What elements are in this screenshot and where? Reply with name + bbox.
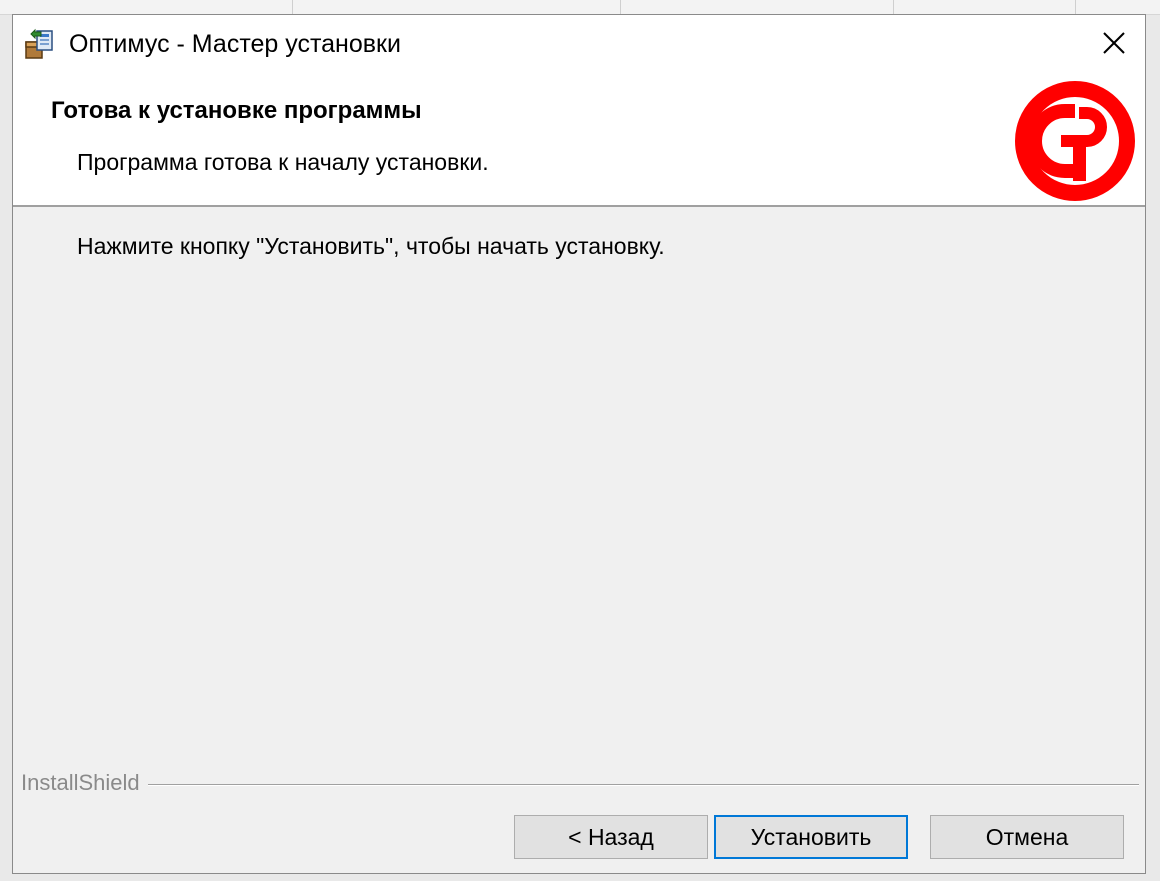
installshield-brand: InstallShield: [21, 770, 148, 796]
step-subtitle: Программа готова к началу установки.: [77, 149, 489, 175]
close-x-icon: [1101, 30, 1127, 61]
installer-dialog: Оптимус - Мастер установки Готова к уста…: [12, 14, 1146, 874]
background-window-strip: [0, 0, 1160, 15]
step-title: Готова к установке программы: [51, 97, 422, 124]
title-bar[interactable]: Оптимус - Мастер установки: [13, 15, 1145, 75]
separator-line: [21, 784, 1139, 786]
back-button[interactable]: < Назад: [514, 815, 708, 859]
install-button[interactable]: Установить: [714, 815, 908, 859]
instruction-text: Нажмите кнопку "Установить", чтобы начат…: [77, 233, 665, 259]
close-button[interactable]: [1083, 15, 1145, 75]
company-logo-icon: [1013, 79, 1137, 203]
window-title: Оптимус - Мастер установки: [69, 30, 401, 58]
installer-package-icon: [23, 28, 57, 62]
cancel-button[interactable]: Отмена: [930, 815, 1124, 859]
installshield-separator: InstallShield: [21, 770, 1139, 800]
wizard-header: Готова к установке программы Программа г…: [13, 75, 1145, 207]
